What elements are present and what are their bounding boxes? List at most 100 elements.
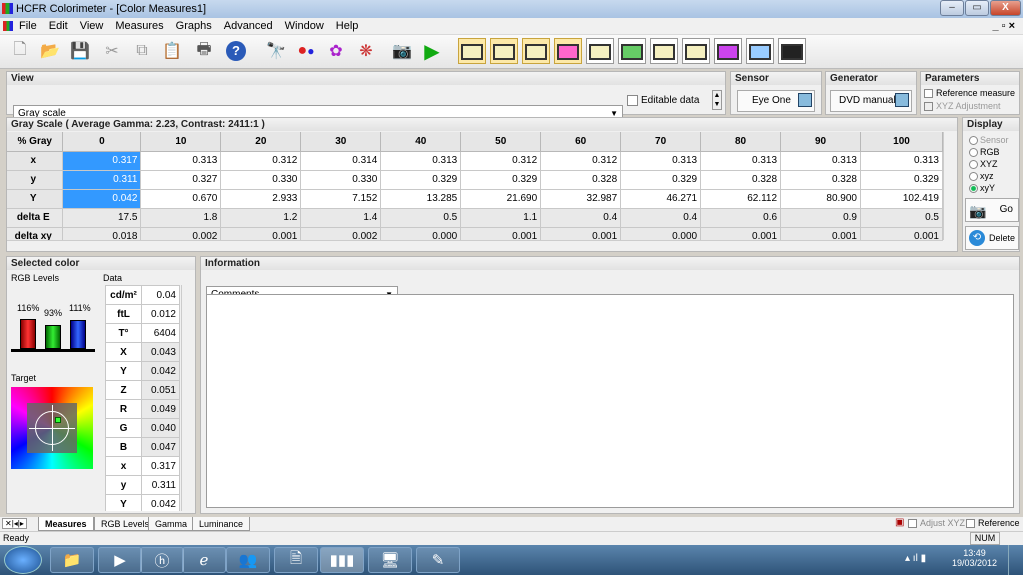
table-cell[interactable]: 0.328 bbox=[540, 170, 622, 190]
reference-checkbox[interactable]: Reference bbox=[966, 518, 1020, 529]
table-cell[interactable]: 0.001 bbox=[860, 227, 943, 240]
table-cell[interactable]: 0.9 bbox=[780, 208, 861, 228]
help-icon[interactable]: ? bbox=[224, 39, 248, 63]
table-cell[interactable]: 0.001 bbox=[700, 227, 782, 240]
graph-view-7[interactable] bbox=[650, 38, 678, 64]
mdi-controls[interactable]: _ ▫ × bbox=[992, 20, 1015, 32]
palette-icon[interactable]: ❋ bbox=[354, 39, 378, 63]
graph-view-5[interactable] bbox=[586, 38, 614, 64]
checkbox-box[interactable] bbox=[924, 89, 933, 99]
table-cell[interactable]: 0.000 bbox=[380, 227, 462, 240]
table-cell[interactable]: 0.313 bbox=[380, 151, 462, 171]
taskbar-media-icon[interactable]: ▶ bbox=[98, 547, 142, 573]
graph-view-10[interactable] bbox=[746, 38, 774, 64]
radio-circle[interactable] bbox=[969, 160, 978, 170]
radio-xyz[interactable]: XYZ bbox=[969, 159, 998, 170]
tab-measures[interactable]: Measures bbox=[38, 517, 94, 531]
new-icon[interactable]: 🗋 bbox=[8, 39, 32, 63]
radio-circle[interactable] bbox=[969, 172, 978, 182]
table-cell[interactable]: 0.330 bbox=[220, 170, 302, 190]
table-cell[interactable]: 21.690 bbox=[460, 189, 542, 209]
clock[interactable]: 13:49 19/03/2012 bbox=[952, 548, 997, 568]
taskbar-hcfr-icon[interactable]: ▮▮▮ bbox=[320, 547, 364, 573]
table-cell[interactable]: 2.933 bbox=[220, 189, 302, 209]
table-cell[interactable]: 0.001 bbox=[460, 227, 542, 240]
menu-measures[interactable]: Measures bbox=[109, 20, 169, 32]
table-cell[interactable]: 0.670 bbox=[140, 189, 222, 209]
taskbar-explorer-icon[interactable]: 📁 bbox=[50, 547, 94, 573]
column-header[interactable]: 80 bbox=[700, 132, 782, 152]
row-header[interactable]: y bbox=[7, 170, 64, 190]
radio-circle[interactable] bbox=[969, 148, 978, 158]
row-header[interactable]: Y bbox=[7, 189, 64, 209]
column-header[interactable]: 40 bbox=[380, 132, 462, 152]
table-cell[interactable]: 0.329 bbox=[460, 170, 542, 190]
save-icon[interactable]: 💾 bbox=[68, 39, 92, 63]
menu-graphs[interactable]: Graphs bbox=[170, 20, 218, 32]
table-cell[interactable]: 0.311 bbox=[62, 170, 142, 190]
camera-icon[interactable]: 📷 bbox=[390, 39, 414, 63]
table-cell[interactable]: 0.001 bbox=[220, 227, 302, 240]
table-cell[interactable]: 0.001 bbox=[540, 227, 622, 240]
table-cell[interactable]: 0.317 bbox=[62, 151, 142, 171]
vertical-scrollbar[interactable] bbox=[943, 132, 957, 240]
radio-xyz-lower[interactable]: xyz bbox=[969, 171, 994, 182]
table-cell[interactable]: 0.313 bbox=[620, 151, 702, 171]
table-cell[interactable]: 0.313 bbox=[780, 151, 861, 171]
table-cell[interactable]: 1.2 bbox=[220, 208, 302, 228]
checkbox-box[interactable] bbox=[908, 519, 917, 529]
table-cell[interactable]: 17.5 bbox=[62, 208, 142, 228]
table-cell[interactable]: 0.330 bbox=[300, 170, 382, 190]
maximize-button[interactable]: ▭ bbox=[965, 0, 989, 16]
rgb-measure-icon[interactable]: ● ● bbox=[294, 39, 318, 63]
table-cell[interactable]: 13.285 bbox=[380, 189, 462, 209]
checkbox-box[interactable] bbox=[924, 102, 933, 112]
color-measure-icon[interactable]: ✿ bbox=[324, 39, 348, 63]
sensor-icon[interactable]: 🔭 bbox=[264, 39, 288, 63]
radio-circle[interactable] bbox=[969, 136, 978, 146]
row-header[interactable]: x bbox=[7, 151, 64, 171]
table-cell[interactable]: 0.312 bbox=[540, 151, 622, 171]
graph-view-3[interactable] bbox=[522, 38, 550, 64]
column-header[interactable]: 0 bbox=[62, 132, 142, 152]
radio-circle[interactable] bbox=[969, 184, 978, 194]
tab-nav-icons[interactable]: ✕|◂|▸ bbox=[2, 518, 27, 529]
generator-button[interactable]: DVD manual bbox=[830, 90, 912, 112]
menu-window[interactable]: Window bbox=[279, 20, 330, 32]
graph-view-2[interactable] bbox=[490, 38, 518, 64]
table-cell[interactable]: 0.313 bbox=[700, 151, 782, 171]
table-cell[interactable]: 0.328 bbox=[700, 170, 782, 190]
tray-icons[interactable]: ▴ ıl ▮ bbox=[905, 553, 926, 564]
column-header[interactable]: 60 bbox=[540, 132, 622, 152]
table-cell[interactable]: 1.8 bbox=[140, 208, 222, 228]
cut-icon[interactable]: ✂ bbox=[100, 39, 124, 63]
column-header[interactable]: 100 bbox=[860, 132, 943, 152]
table-cell[interactable]: 32.987 bbox=[540, 189, 622, 209]
table-cell[interactable]: 0.002 bbox=[300, 227, 382, 240]
table-cell[interactable]: 0.314 bbox=[300, 151, 382, 171]
table-cell[interactable]: 0.002 bbox=[140, 227, 222, 240]
menu-help[interactable]: Help bbox=[330, 20, 365, 32]
graph-view-9[interactable] bbox=[714, 38, 742, 64]
table-cell[interactable]: 0.328 bbox=[780, 170, 861, 190]
radio-sensor[interactable]: Sensor bbox=[969, 135, 1009, 146]
adjust-xyz-checkbox[interactable]: Adjust XYZ bbox=[908, 518, 965, 529]
tab-luminance[interactable]: Luminance bbox=[192, 517, 251, 531]
minimize-button[interactable]: – bbox=[940, 0, 964, 16]
table-cell[interactable]: 0.4 bbox=[620, 208, 702, 228]
table-cell[interactable]: 0.313 bbox=[860, 151, 943, 171]
table-cell[interactable]: 80.900 bbox=[780, 189, 861, 209]
comments-textarea[interactable] bbox=[206, 294, 1014, 508]
table-cell[interactable]: 7.152 bbox=[300, 189, 382, 209]
table-cell[interactable]: 0.000 bbox=[620, 227, 702, 240]
table-cell[interactable]: 0.329 bbox=[860, 170, 943, 190]
xyz-adjustment-checkbox[interactable]: XYZ Adjustment bbox=[924, 101, 1001, 112]
menu-advanced[interactable]: Advanced bbox=[218, 20, 279, 32]
reference-measure-checkbox[interactable]: Reference measure bbox=[924, 88, 1015, 99]
taskbar-hp-icon[interactable]: ⓗ bbox=[140, 547, 184, 573]
taskbar-display-icon[interactable]: 🖥 bbox=[368, 547, 412, 573]
radio-xyy[interactable]: xyY bbox=[969, 183, 995, 194]
row-header[interactable]: delta xy bbox=[7, 227, 64, 240]
graph-view-4[interactable] bbox=[554, 38, 582, 64]
table-cell[interactable]: 62.112 bbox=[700, 189, 782, 209]
